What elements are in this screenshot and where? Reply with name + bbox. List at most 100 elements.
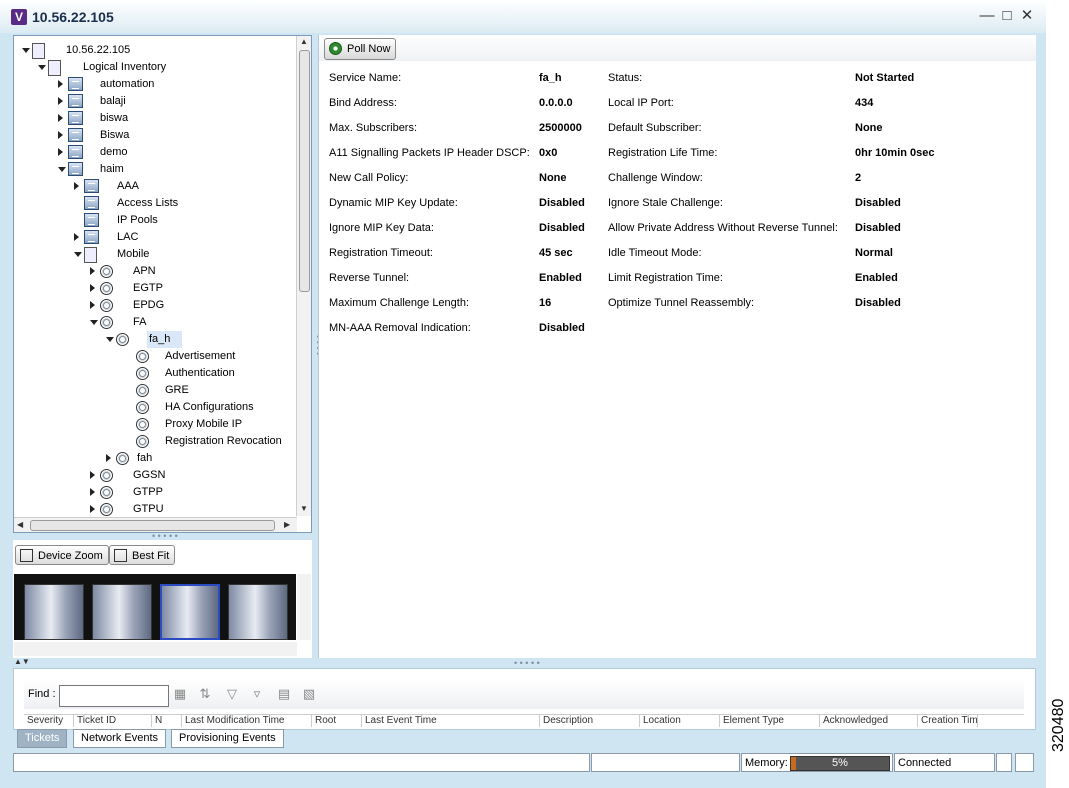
table-column-header[interactable]: Ticket ID bbox=[74, 715, 152, 727]
chassis-slot[interactable] bbox=[24, 584, 84, 640]
collapsed-arrow-icon[interactable] bbox=[90, 505, 95, 513]
collapsed-arrow-icon[interactable] bbox=[74, 233, 79, 241]
tree-item[interactable]: GTPP bbox=[14, 484, 296, 501]
copy-icon[interactable]: ▦ bbox=[172, 686, 188, 702]
table-column-header[interactable]: Element Type bbox=[720, 715, 820, 727]
filter-icon[interactable]: ▽ bbox=[224, 686, 240, 702]
table-column-header[interactable]: Description bbox=[540, 715, 640, 727]
inventory-tree[interactable]: ▲ ▼ ◀ ▶ 10.56.22.105 Logical Inventory aut… bbox=[13, 35, 312, 533]
tree-item[interactable]: Proxy Mobile IP bbox=[14, 416, 296, 433]
collapsed-arrow-icon[interactable] bbox=[58, 97, 63, 105]
device-chassis-view[interactable] bbox=[14, 574, 296, 640]
tree-item[interactable]: Access Lists bbox=[14, 195, 296, 212]
tree-item[interactable]: Logical Inventory bbox=[14, 59, 296, 76]
find-input[interactable] bbox=[59, 685, 169, 707]
sort-icon[interactable]: ⇅ bbox=[197, 686, 213, 702]
table-column-header[interactable]: Last Event Time bbox=[362, 715, 540, 727]
chassis-slot[interactable] bbox=[160, 584, 220, 640]
collapsed-arrow-icon[interactable] bbox=[58, 80, 63, 88]
tree-item[interactable]: GGSN bbox=[14, 467, 296, 484]
zoom-horizontal-scrollbar[interactable] bbox=[14, 642, 297, 656]
tree-item[interactable]: fah bbox=[14, 450, 296, 467]
collapsed-arrow-icon[interactable] bbox=[106, 454, 111, 462]
expanded-arrow-icon[interactable] bbox=[106, 337, 114, 342]
table-column-header[interactable]: Acknowledged bbox=[820, 715, 918, 727]
property-value: Enabled bbox=[855, 272, 898, 284]
tree-horizontal-thumb[interactable] bbox=[30, 520, 275, 531]
tree-vertical-thumb[interactable] bbox=[299, 50, 310, 292]
minimize-icon[interactable]: — bbox=[979, 8, 995, 24]
scroll-down-icon[interactable]: ▼ bbox=[300, 504, 308, 513]
tree-item[interactable]: GRE bbox=[14, 382, 296, 399]
scroll-right-icon[interactable]: ▶ bbox=[284, 520, 290, 529]
tree-item[interactable]: LAC bbox=[14, 229, 296, 246]
close-icon[interactable]: ✕ bbox=[1019, 8, 1035, 24]
tree-item[interactable]: EGTP bbox=[14, 280, 296, 297]
scroll-left-icon[interactable]: ◀ bbox=[17, 520, 23, 529]
tree-item[interactable]: Biswa bbox=[14, 127, 296, 144]
collapsed-arrow-icon[interactable] bbox=[90, 284, 95, 292]
tree-item[interactable]: Registration Revocation bbox=[14, 433, 296, 450]
collapsed-arrow-icon[interactable] bbox=[90, 301, 95, 309]
chassis-slot[interactable] bbox=[228, 584, 288, 640]
collapsed-arrow-icon[interactable] bbox=[90, 471, 95, 479]
maximize-icon[interactable]: □ bbox=[999, 8, 1015, 24]
tree-item[interactable]: balaji bbox=[14, 93, 296, 110]
tree-item[interactable]: AAA bbox=[14, 178, 296, 195]
table-column-header[interactable]: Last Modification Time bbox=[182, 715, 312, 727]
tab-provisioning-events[interactable]: Provisioning Events bbox=[171, 729, 284, 748]
table-column-header[interactable]: N bbox=[152, 715, 182, 727]
tab-tickets[interactable]: Tickets bbox=[17, 729, 68, 748]
tree-item[interactable]: EPDG bbox=[14, 297, 296, 314]
collapsed-arrow-icon[interactable] bbox=[90, 267, 95, 275]
collapsed-arrow-icon[interactable] bbox=[74, 182, 79, 190]
tree-item[interactable]: Advertisement bbox=[14, 348, 296, 365]
tree-item[interactable]: haim bbox=[14, 161, 296, 178]
tree-item-label: EGTP bbox=[133, 282, 163, 294]
best-fit-button[interactable]: Best Fit bbox=[109, 545, 176, 565]
expanded-arrow-icon[interactable] bbox=[58, 167, 66, 172]
tree-item[interactable]: automation bbox=[14, 76, 296, 93]
collapsed-arrow-icon[interactable] bbox=[58, 114, 63, 122]
table-column-header[interactable]: Root bbox=[312, 715, 362, 727]
horizontal-splitter-handle[interactable]: • • • • • bbox=[514, 658, 540, 668]
zoom-vertical-scrollbar[interactable] bbox=[297, 574, 311, 640]
tree-item[interactable]: biswa bbox=[14, 110, 296, 127]
tree-item[interactable]: demo bbox=[14, 144, 296, 161]
tree-item[interactable]: IP Pools bbox=[14, 212, 296, 229]
folder-icon bbox=[68, 128, 83, 142]
expanded-arrow-icon[interactable] bbox=[90, 320, 98, 325]
tree-item[interactable]: FA bbox=[14, 314, 296, 331]
advanced-filter-icon[interactable]: ▿ bbox=[249, 686, 265, 702]
tree-item[interactable]: fa_h bbox=[14, 331, 296, 348]
clear-filter-icon[interactable]: ▧ bbox=[301, 686, 317, 702]
device-icon bbox=[32, 43, 45, 59]
tree-vertical-scrollbar[interactable]: ▲ ▼ bbox=[296, 36, 311, 516]
tree-item[interactable]: HA Configurations bbox=[14, 399, 296, 416]
collapse-arrows-icon[interactable]: ▲▼ bbox=[14, 657, 30, 666]
tree-item[interactable]: APN bbox=[14, 263, 296, 280]
tree-item-label: demo bbox=[100, 146, 128, 158]
scroll-up-icon[interactable]: ▲ bbox=[300, 37, 308, 46]
expanded-arrow-icon[interactable] bbox=[38, 65, 46, 70]
device-zoom-button[interactable]: Device Zoom bbox=[15, 545, 109, 565]
table-column-header[interactable]: Location bbox=[640, 715, 720, 727]
tree-item[interactable]: 10.56.22.105 bbox=[14, 42, 296, 59]
chassis-slot[interactable] bbox=[92, 584, 152, 640]
table-column-header[interactable]: Creation Time bbox=[918, 715, 978, 727]
collapsed-arrow-icon[interactable] bbox=[90, 488, 95, 496]
expanded-arrow-icon[interactable] bbox=[74, 252, 82, 257]
poll-now-button[interactable]: Poll Now bbox=[324, 38, 397, 60]
tree-item[interactable]: Authentication bbox=[14, 365, 296, 382]
folder-icon bbox=[84, 213, 99, 227]
tree-horizontal-scrollbar[interactable]: ◀ ▶ bbox=[14, 517, 297, 532]
tab-network-events[interactable]: Network Events bbox=[73, 729, 167, 748]
table-column-header[interactable]: Severity bbox=[24, 715, 74, 727]
export-icon[interactable]: ▤ bbox=[276, 686, 292, 702]
expanded-arrow-icon[interactable] bbox=[22, 48, 30, 53]
collapsed-arrow-icon[interactable] bbox=[58, 131, 63, 139]
collapsed-arrow-icon[interactable] bbox=[58, 148, 63, 156]
tree-item[interactable]: GTPU bbox=[14, 501, 296, 518]
tree-item[interactable]: Mobile bbox=[14, 246, 296, 263]
tree-item-label: Biswa bbox=[100, 129, 130, 141]
